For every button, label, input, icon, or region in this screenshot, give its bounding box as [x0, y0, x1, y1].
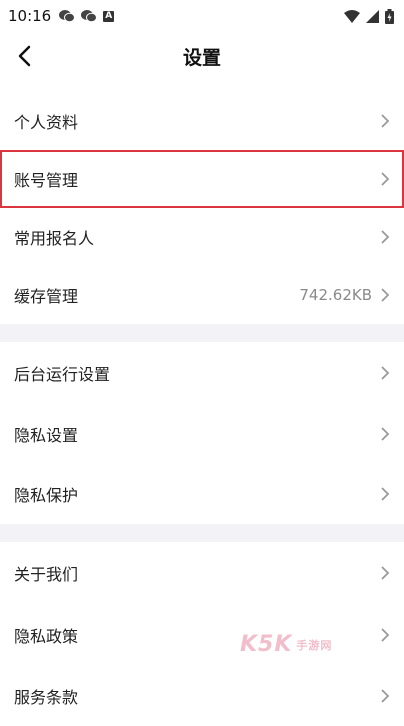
- row-label: 缓存管理: [14, 287, 79, 306]
- chevron-right-icon: [381, 688, 390, 703]
- nav-bar: 设置: [0, 32, 404, 80]
- battery-icon: [385, 8, 394, 24]
- chevron-right-icon: [381, 230, 390, 244]
- row-account-management[interactable]: 账号管理: [0, 150, 404, 208]
- row-privacy-settings[interactable]: 隐私设置: [0, 404, 404, 464]
- wechat-icon: [81, 10, 98, 23]
- chevron-right-icon: [381, 627, 390, 642]
- row-cache-management[interactable]: 缓存管理 742.62KB: [0, 266, 404, 324]
- row-label: 关于我们: [14, 565, 79, 584]
- row-right: [380, 230, 390, 244]
- chevron-right-icon: [381, 288, 390, 302]
- chevron-right-icon: [381, 114, 390, 128]
- a-icon: A: [103, 10, 115, 22]
- status-time: 10:16: [8, 7, 52, 25]
- status-left: 10:16 A: [8, 7, 115, 25]
- row-label: 后台运行设置: [14, 365, 111, 384]
- row-privacy-protection[interactable]: 隐私保护: [0, 464, 404, 524]
- row-label: 常用报名人: [14, 229, 95, 248]
- row-right: [380, 427, 390, 441]
- settings-group-account: 个人资料 账号管理 常用报名人 缓存管理 742.62KB: [0, 92, 404, 324]
- section-separator: [0, 524, 404, 542]
- section-separator: [0, 324, 404, 342]
- signal-icon: [366, 9, 379, 23]
- page-title: 设置: [182, 46, 221, 69]
- cache-size-value: 742.62KB: [299, 286, 372, 304]
- row-label: 服务条款: [14, 687, 79, 707]
- row-right: [380, 172, 390, 186]
- row-terms-of-service[interactable]: 服务条款: [0, 665, 404, 726]
- row-right: [380, 566, 390, 580]
- row-right: [380, 366, 390, 380]
- notification-icons: A: [59, 9, 115, 23]
- row-privacy-policy[interactable]: 隐私政策: [0, 604, 404, 665]
- row-right: [380, 114, 390, 128]
- chevron-right-icon: [381, 366, 390, 380]
- chevron-right-icon: [381, 566, 390, 580]
- wifi-icon: [344, 9, 360, 23]
- row-about-us[interactable]: 关于我们: [0, 542, 404, 604]
- row-right: [380, 688, 390, 703]
- status-right: [344, 8, 394, 24]
- row-label: 账号管理: [14, 171, 79, 190]
- row-label: 隐私设置: [14, 426, 79, 445]
- row-label: 个人资料: [14, 113, 79, 132]
- row-label: 隐私保护: [14, 486, 79, 505]
- watermark-logo: K5K 手游网: [240, 632, 332, 657]
- back-button[interactable]: [12, 42, 36, 70]
- chevron-right-icon: [381, 427, 390, 441]
- settings-group-about: 关于我们 隐私政策 服务条款: [0, 542, 404, 726]
- row-personal-info[interactable]: 个人资料: [0, 92, 404, 150]
- chevron-right-icon: [381, 487, 390, 501]
- row-right: [380, 627, 390, 642]
- row-frequent-registrants[interactable]: 常用报名人: [0, 208, 404, 266]
- row-right: [380, 487, 390, 501]
- status-bar: 10:16 A: [0, 0, 404, 32]
- chevron-right-icon: [381, 172, 390, 186]
- settings-group-privacy: 后台运行设置 隐私设置 隐私保护: [0, 342, 404, 524]
- row-right: 742.62KB: [299, 286, 390, 304]
- row-background-run-settings[interactable]: 后台运行设置: [0, 342, 404, 404]
- wechat-icon: [59, 10, 76, 23]
- back-chevron-icon: [18, 45, 31, 67]
- watermark-text: K5K: [240, 632, 293, 657]
- row-label: 隐私政策: [14, 626, 79, 646]
- watermark-subtext: 手游网: [296, 638, 333, 652]
